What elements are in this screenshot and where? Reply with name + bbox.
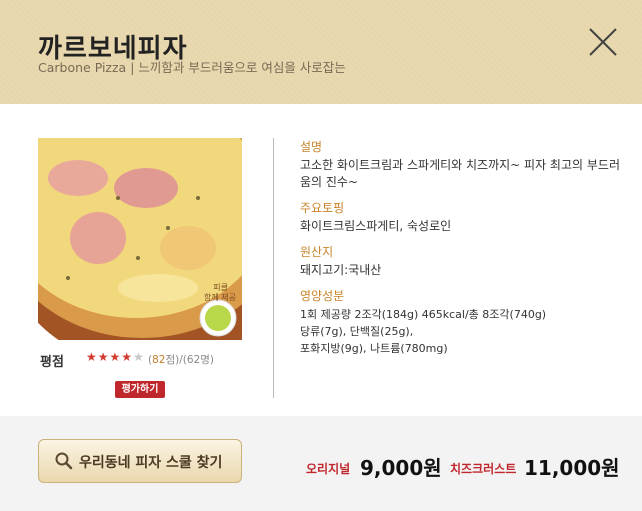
find-pizza-school-label: 우리동네 피자 스쿨 찾기 [79,455,223,471]
header: 까르보네피자 Carbone Pizza | 느끼함과 부드러움으로 여심을 사… [0,0,642,104]
close-button[interactable] [588,27,618,57]
nutrition-line-3: 포화지방(9g), 나트륨(780mg) [300,342,448,355]
price-cheesecrust-label: 치즈크러스트 [450,462,517,476]
origin-label: 원산지 [300,245,334,259]
nutrition-line-1: 1회 제공량 2조각(184g) 465kcal/총 8조각(740g) [300,308,547,321]
desc-text: 고소한 화이트크림과 스파게티와 치즈까지~ 피자 최고의 부드러움의 진수~ [300,158,620,189]
star-icon: ★ [97,350,110,364]
origin-text: 돼지고기:국내산 [300,263,382,277]
pickle-badge-line2: 함께 제공 [204,293,236,302]
vertical-divider [273,138,274,398]
nutrition-label: 영양성분 [300,289,345,303]
price-original-label: 오리지널 [306,462,351,476]
pickle-badge-line1: 피클 [213,283,228,292]
pizza-image: 피클 함께 제공 [38,138,242,340]
desc-label: 설명 [300,140,323,154]
price-cheesecrust: 11,000원 [524,456,620,480]
star-icon: ★ [86,350,98,364]
topping-text: 화이트크림스파게티, 숙성로인 [300,219,452,233]
page-subtitle: Carbone Pizza | 느끼함과 부드러움으로 여심을 사로잡는 [38,60,346,75]
rating-score: (82점)/(62명) [148,354,215,366]
close-icon [589,28,617,56]
price-original: 9,000원 [360,456,442,480]
rating-label: 평점 [40,355,64,370]
topping-label: 주요토핑 [300,201,345,215]
star-icon: ★ [109,350,122,364]
rate-button[interactable]: 평가하기 [115,381,165,398]
rating-stars: ★★★★★ [86,350,145,364]
info-panel: 설명 고소한 화이트크림과 스파게티와 치즈까지~ 피자 최고의 부드러움의 진… [300,138,630,357]
star-empty-icon: ★ [133,350,145,364]
nutrition-line-2: 당류(7g), 단백질(25g), [300,325,414,338]
search-icon [55,452,73,474]
find-pizza-school-button[interactable]: 우리동네 피자 스쿨 찾기 [38,439,242,483]
rating-row: 평점 ★★★★★ (82점)/(62명) [40,350,260,370]
star-icon: ★ [121,350,134,364]
